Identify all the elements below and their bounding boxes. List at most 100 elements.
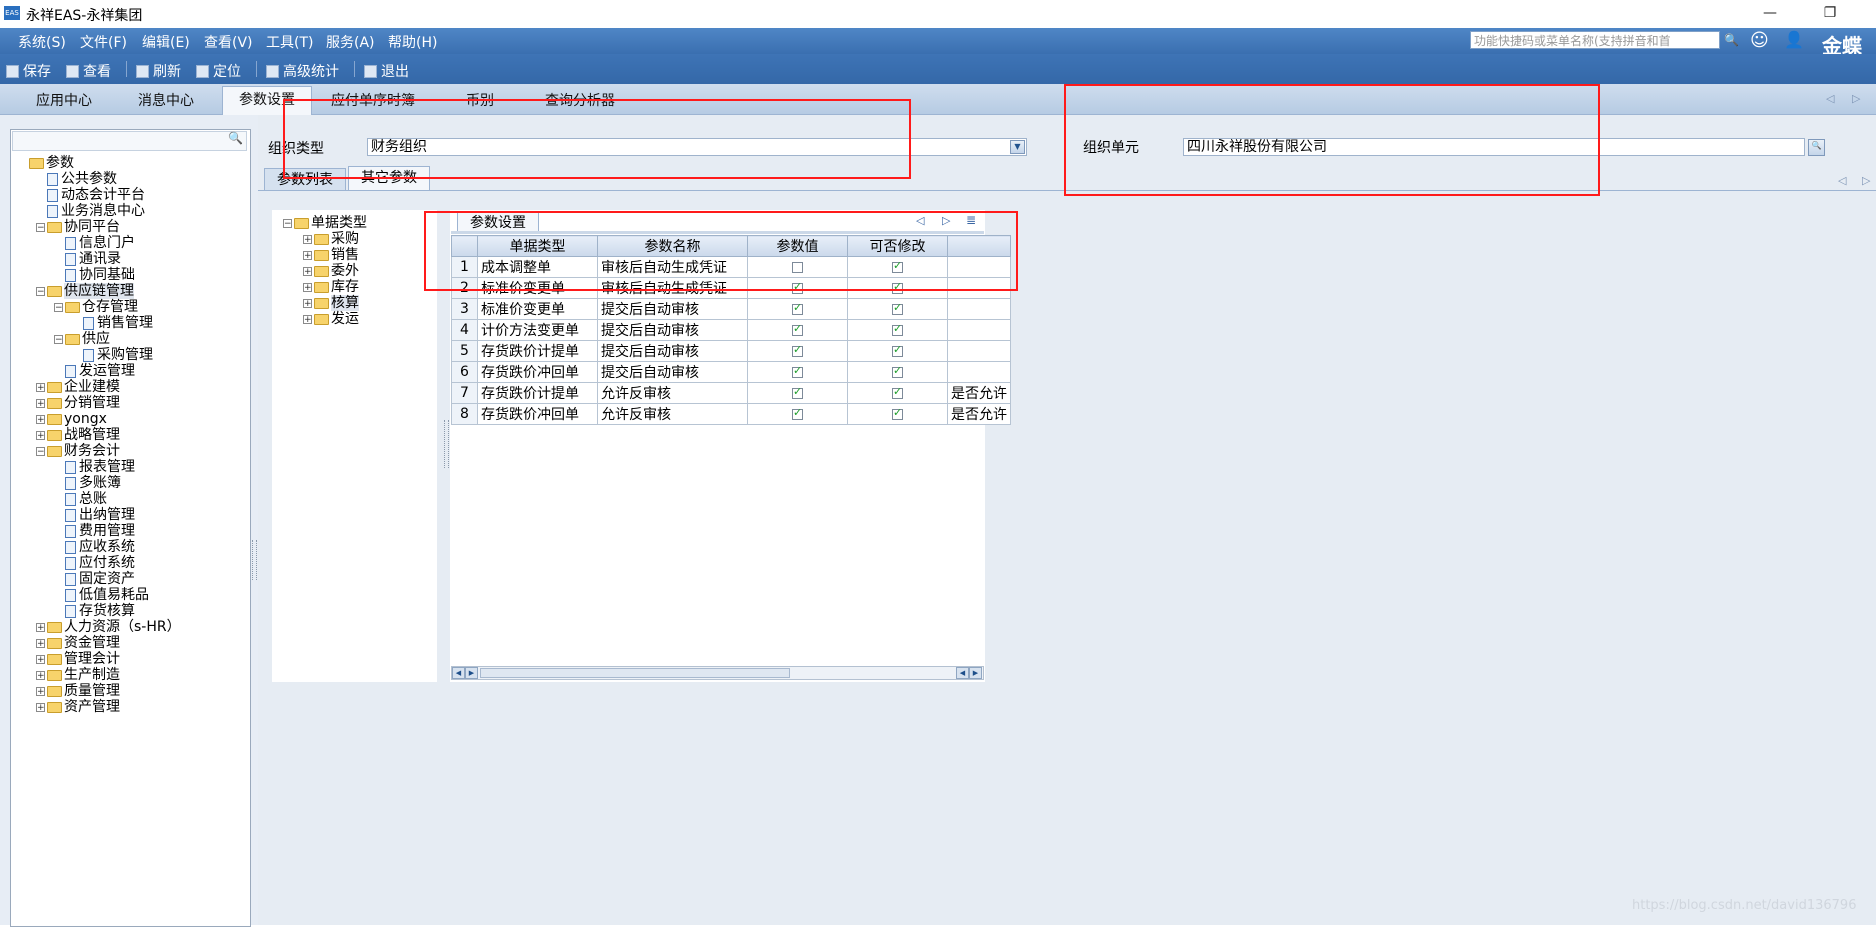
expand-icon[interactable]: + <box>303 314 312 324</box>
cell-extra[interactable]: 是否允许 <box>947 382 1011 404</box>
scroll-left-end-icon[interactable]: ◀ <box>956 667 969 679</box>
refresh-button[interactable]: 刷新 <box>136 61 181 81</box>
expand-icon[interactable]: + <box>36 654 45 664</box>
cell-bill-type[interactable]: 标准价变更单 <box>477 298 598 320</box>
collapse-icon[interactable]: − <box>283 218 292 228</box>
nav-item[interactable]: 总账 <box>54 491 107 507</box>
expand-icon[interactable]: + <box>36 414 45 424</box>
nav-item[interactable]: + 资金管理 <box>36 635 120 651</box>
tab-scroll-right-icon[interactable]: ▷ <box>1852 92 1860 105</box>
checkbox[interactable] <box>792 343 803 357</box>
cell-editable[interactable] <box>847 382 948 404</box>
scroll-right-end-icon[interactable]: ▶ <box>969 667 982 679</box>
cell-extra[interactable] <box>947 298 1011 320</box>
user-icon[interactable]: 👤 <box>1784 30 1804 49</box>
tab-message-center[interactable]: 消息中心 <box>120 88 212 114</box>
cell-extra[interactable] <box>947 361 1011 383</box>
table-row[interactable]: 8存货跌价冲回单允许反审核 是否允许 <box>451 403 1011 425</box>
collapse-icon[interactable]: − <box>54 302 63 312</box>
bill-type-item[interactable]: + 采购 <box>303 231 359 247</box>
cell-bill-type[interactable]: 存货跌价计提单 <box>477 382 598 404</box>
nav-item[interactable]: + 生产制造 <box>36 667 120 683</box>
nav-item[interactable]: 应付系统 <box>54 555 135 571</box>
chevron-down-icon[interactable]: ▼ <box>1010 140 1025 154</box>
subtab-scroll-left-icon[interactable]: ◁ <box>1838 174 1846 187</box>
nav-item[interactable]: − 仓存管理 <box>54 299 138 315</box>
expand-icon[interactable]: + <box>303 266 312 276</box>
nav-item[interactable]: + 人力资源（s-HR） <box>36 619 181 635</box>
checkbox[interactable] <box>892 364 903 378</box>
nav-item[interactable]: 销售管理 <box>72 315 153 331</box>
locate-button[interactable]: 定位 <box>196 61 241 81</box>
nav-item[interactable]: + 质量管理 <box>36 683 120 699</box>
nav-item[interactable]: + 管理会计 <box>36 651 120 667</box>
expand-icon[interactable]: + <box>36 638 45 648</box>
bill-type-item[interactable]: + 发运 <box>303 311 359 327</box>
expand-icon[interactable]: + <box>303 298 312 308</box>
scroll-right-icon[interactable]: ▶ <box>465 667 478 679</box>
cell-extra[interactable] <box>947 319 1011 341</box>
nav-item[interactable]: − 协同平台 <box>36 219 120 235</box>
cell-editable[interactable] <box>847 319 948 341</box>
bill-type-item[interactable]: + 核算 <box>303 295 359 311</box>
expand-icon[interactable]: + <box>303 250 312 260</box>
checkbox[interactable] <box>892 301 903 315</box>
cell-bill-type[interactable]: 存货跌价冲回单 <box>477 403 598 425</box>
inner-splitter-handle[interactable] <box>444 420 449 468</box>
cell-bill-type[interactable]: 计价方法变更单 <box>477 319 598 341</box>
nav-item[interactable]: 协同基础 <box>54 267 135 283</box>
cell-extra[interactable]: 是否允许 <box>947 403 1011 425</box>
nav-item[interactable]: 费用管理 <box>54 523 135 539</box>
menu-tools[interactable]: 工具(T) <box>266 32 313 52</box>
nav-item[interactable]: 发运管理 <box>54 363 135 379</box>
nav-item[interactable]: 低值易耗品 <box>54 587 149 603</box>
minimize-button[interactable]: — <box>1750 2 1790 24</box>
cell-param-name[interactable]: 提交后自动审核 <box>597 340 748 362</box>
nav-item[interactable]: 应收系统 <box>54 539 135 555</box>
nav-item[interactable]: + 企业建模 <box>36 379 120 395</box>
cell-extra[interactable] <box>947 340 1011 362</box>
nav-item[interactable]: 参数 <box>18 155 74 171</box>
table-row[interactable]: 3 标准价变更单 提交后自动审核 <box>451 298 1011 320</box>
menu-help[interactable]: 帮助(H) <box>388 32 437 52</box>
cell-param-name[interactable]: 提交后自动审核 <box>597 319 748 341</box>
collapse-icon[interactable]: − <box>36 286 45 296</box>
nav-item[interactable]: 信息门户 <box>54 235 135 251</box>
expand-icon[interactable]: + <box>36 670 45 680</box>
collapse-icon[interactable]: − <box>54 334 63 344</box>
bill-type-item[interactable]: + 委外 <box>303 263 359 279</box>
nav-item[interactable]: 动态会计平台 <box>36 187 145 203</box>
expand-icon[interactable]: + <box>36 686 45 696</box>
nav-item[interactable]: 多账簿 <box>54 475 121 491</box>
nav-item[interactable]: + 资产管理 <box>36 699 120 715</box>
checkbox[interactable] <box>792 301 803 315</box>
checkbox[interactable] <box>892 343 903 357</box>
expand-icon[interactable]: + <box>303 234 312 244</box>
nav-item[interactable]: 通讯录 <box>54 251 121 267</box>
table-row[interactable]: 4 计价方法变更单 提交后自动审核 <box>451 319 1011 341</box>
cell-editable[interactable] <box>847 340 948 362</box>
view-button[interactable]: 查看 <box>66 61 111 81</box>
collapse-icon[interactable]: − <box>36 222 45 232</box>
horizontal-scrollbar[interactable]: ◀ ▶ ◀ ▶ <box>451 666 984 680</box>
cell-param-value[interactable] <box>747 340 848 362</box>
expand-icon[interactable]: + <box>36 382 45 392</box>
cell-editable[interactable] <box>847 403 948 425</box>
lookup-icon[interactable]: 🔍 <box>1808 139 1825 156</box>
menu-system[interactable]: 系统(S) <box>18 32 66 52</box>
restore-button[interactable]: ❐ <box>1810 2 1850 24</box>
tab-app-center[interactable]: 应用中心 <box>18 88 110 114</box>
menu-edit[interactable]: 编辑(E) <box>142 32 190 52</box>
nav-search-icon[interactable]: 🔍 <box>228 131 243 145</box>
nav-item[interactable]: − 供应 <box>54 331 110 347</box>
nav-search-input[interactable] <box>12 131 247 151</box>
cell-param-value[interactable] <box>747 361 848 383</box>
exit-button[interactable]: 退出 <box>364 61 409 81</box>
collapse-icon[interactable]: − <box>36 446 45 456</box>
table-row[interactable]: 5 存货跌价计提单 提交后自动审核 <box>451 340 1011 362</box>
menu-service[interactable]: 服务(A) <box>326 32 375 52</box>
checkbox[interactable] <box>792 364 803 378</box>
expand-icon[interactable]: + <box>36 430 45 440</box>
cell-param-name[interactable]: 提交后自动审核 <box>597 361 748 383</box>
menu-view[interactable]: 查看(V) <box>204 32 253 52</box>
